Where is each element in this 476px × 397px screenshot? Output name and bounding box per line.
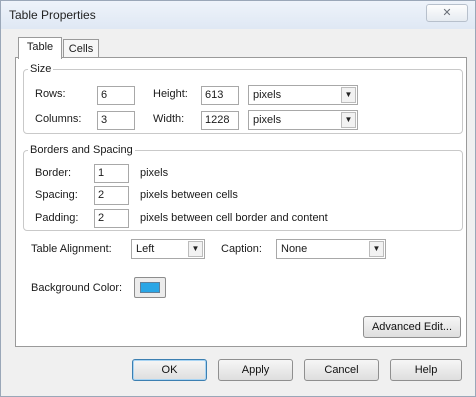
table-properties-dialog: Table Properties ✕ Table Cells Size Rows…	[0, 0, 476, 397]
title-bar: Table Properties ✕	[1, 1, 475, 29]
tab-table-label: Table	[26, 41, 54, 53]
width-label: Width:	[153, 113, 185, 125]
size-group: Size	[23, 63, 463, 134]
borders-spacing-legend: Borders and Spacing	[30, 144, 133, 156]
caption-value: None	[281, 243, 308, 255]
tab-cells[interactable]: Cells	[63, 39, 99, 59]
rows-label: Rows:	[35, 88, 66, 100]
border-field[interactable]: 1	[94, 164, 129, 183]
height-unit-select[interactable]: pixels ▼	[248, 85, 358, 105]
height-unit-value: pixels	[253, 89, 282, 101]
apply-button[interactable]: Apply	[218, 359, 293, 381]
caption-select[interactable]: None ▼	[276, 239, 386, 259]
close-icon: ✕	[442, 7, 452, 19]
width-unit-value: pixels	[253, 114, 282, 126]
background-color-button[interactable]	[134, 277, 166, 298]
window-title: Table Properties	[9, 8, 96, 22]
spacing-label: Spacing:	[35, 189, 78, 201]
width-field[interactable]: 1228	[201, 111, 239, 130]
spacing-field[interactable]: 2	[94, 186, 129, 205]
dropdown-arrow-icon[interactable]: ▼	[369, 241, 384, 257]
columns-field[interactable]: 3	[97, 111, 135, 130]
table-alignment-value: Left	[136, 243, 155, 255]
table-alignment-select[interactable]: Left ▼	[131, 239, 205, 259]
tab-cells-label: Cells	[68, 43, 94, 55]
dropdown-arrow-icon[interactable]: ▼	[341, 112, 356, 128]
width-unit-select[interactable]: pixels ▼	[248, 110, 358, 130]
padding-label: Padding:	[35, 212, 79, 224]
padding-suffix: pixels between cell border and content	[140, 212, 328, 224]
height-label: Height:	[153, 88, 188, 100]
rows-field[interactable]: 6	[97, 86, 135, 105]
border-suffix: pixels	[140, 167, 169, 179]
help-button[interactable]: Help	[390, 359, 462, 381]
tab-table[interactable]: Table	[18, 37, 62, 59]
spacing-suffix: pixels between cells	[140, 189, 238, 201]
columns-label: Columns:	[35, 113, 82, 125]
background-color-swatch	[140, 282, 160, 293]
advanced-edit-button[interactable]: Advanced Edit...	[363, 316, 461, 338]
close-button[interactable]: ✕	[426, 4, 468, 22]
cancel-button[interactable]: Cancel	[304, 359, 379, 381]
ok-button[interactable]: OK	[132, 359, 207, 381]
padding-field[interactable]: 2	[94, 209, 129, 228]
table-alignment-label: Table Alignment:	[31, 243, 112, 255]
size-legend: Size	[30, 63, 52, 75]
dropdown-arrow-icon[interactable]: ▼	[188, 241, 203, 257]
background-color-label: Background Color:	[31, 282, 123, 294]
dropdown-arrow-icon[interactable]: ▼	[341, 87, 356, 103]
border-label: Border:	[35, 167, 72, 179]
caption-label: Caption:	[221, 243, 262, 255]
height-field[interactable]: 613	[201, 86, 239, 105]
